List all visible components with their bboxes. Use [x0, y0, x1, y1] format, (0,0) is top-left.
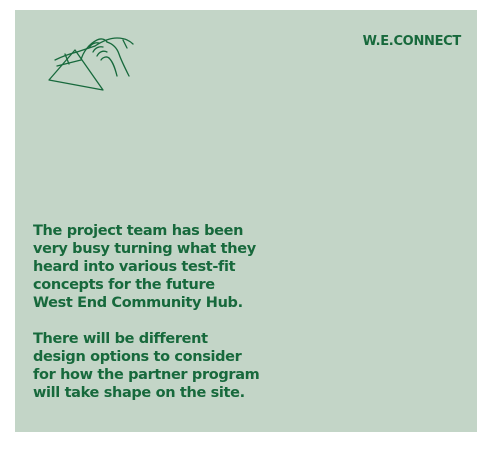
- brand-wordmark: W.E.CONNECT: [362, 34, 462, 49]
- announcement-text: The project team has been very busy turn…: [33, 222, 333, 402]
- handshake-icon: [48, 37, 134, 91]
- info-card: W.E.CONNECT The project team has been ve…: [15, 10, 477, 432]
- paragraph-design-options: There will be different design options t…: [33, 331, 260, 401]
- paragraph-project-update: The project team has been very busy turn…: [33, 223, 256, 311]
